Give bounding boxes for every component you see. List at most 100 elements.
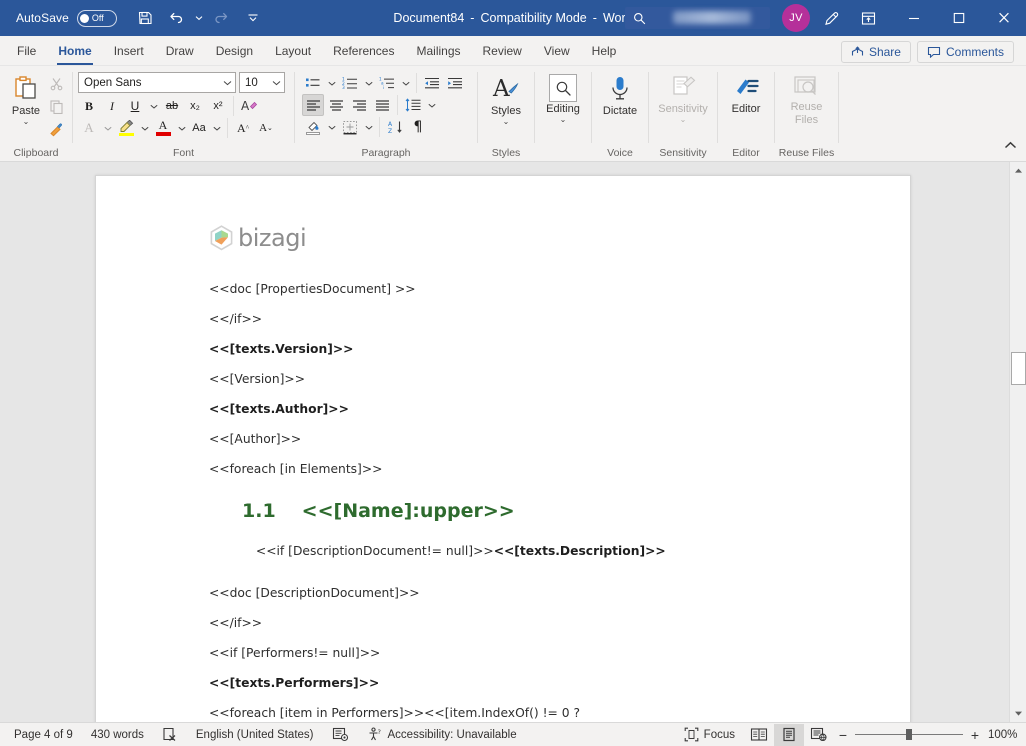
editing-button[interactable]: Editing ⌄ <box>540 71 586 124</box>
accessibility-status[interactable]: ? Accessibility: Unavailable <box>358 723 526 746</box>
font-color-chevron-down-icon[interactable] <box>175 117 188 139</box>
share-button[interactable]: Share <box>840 41 911 63</box>
tab-references[interactable]: References <box>322 37 405 65</box>
align-center-button[interactable] <box>325 94 347 116</box>
tab-help[interactable]: Help <box>581 37 628 65</box>
change-case-button[interactable]: Aa <box>189 117 209 139</box>
language-status[interactable]: English (United States) <box>187 723 323 746</box>
bullets-icon[interactable] <box>302 72 324 94</box>
styles-button[interactable]: A Styles ⌄ <box>483 71 529 126</box>
word-count-status[interactable]: 430 words <box>82 723 153 746</box>
close-button[interactable] <box>981 0 1026 36</box>
avatar[interactable]: JV <box>782 4 810 32</box>
scrollbar-thumb[interactable] <box>1011 352 1026 385</box>
autosave-toggle[interactable]: Off <box>76 9 117 27</box>
pen-annotation-icon[interactable] <box>816 3 846 33</box>
scroll-down-arrow-icon[interactable] <box>1010 705 1026 722</box>
italic-button[interactable]: I <box>101 95 123 117</box>
format-painter-icon[interactable] <box>45 118 67 140</box>
maximize-button[interactable] <box>936 0 981 36</box>
shading-icon[interactable] <box>302 116 324 138</box>
align-left-button[interactable] <box>302 94 324 116</box>
decrease-indent-icon[interactable] <box>421 72 443 94</box>
bullets-chevron-down-icon[interactable] <box>325 72 338 94</box>
paste-button[interactable]: Paste ⌄ <box>7 71 45 126</box>
text-effects-chevron-down-icon[interactable] <box>101 117 114 139</box>
display-settings-icon[interactable] <box>323 723 358 746</box>
font-size-input[interactable]: 10 <box>239 72 285 93</box>
scroll-up-arrow-icon[interactable] <box>1010 162 1026 179</box>
collapse-ribbon-button[interactable] <box>1004 137 1017 155</box>
zoom-control[interactable]: − + <box>834 727 988 743</box>
borders-chevron-down-icon[interactable] <box>362 116 375 138</box>
save-icon[interactable] <box>131 5 159 31</box>
vertical-scrollbar[interactable] <box>1009 162 1026 722</box>
increase-indent-icon[interactable] <box>444 72 466 94</box>
redo-icon[interactable] <box>208 5 236 31</box>
editor-button[interactable]: Editor <box>723 71 769 115</box>
customize-quick-access-icon[interactable] <box>239 5 267 31</box>
multilevel-list-icon[interactable]: 1ai <box>376 72 398 94</box>
sort-icon[interactable]: AZ <box>384 116 406 138</box>
underline-button[interactable]: U <box>124 95 146 117</box>
tab-layout[interactable]: Layout <box>264 37 322 65</box>
highlight-color-icon[interactable] <box>115 117 137 139</box>
line-spacing-chevron-down-icon[interactable] <box>425 94 438 116</box>
web-layout-view-button[interactable] <box>804 724 834 746</box>
numbering-icon[interactable]: 123 <box>339 72 361 94</box>
editing-chevron-down-icon[interactable]: ⌄ <box>560 116 567 124</box>
focus-mode-button[interactable]: Focus <box>675 723 744 746</box>
shading-chevron-down-icon[interactable] <box>325 116 338 138</box>
font-color-icon[interactable]: A <box>152 117 174 139</box>
tab-review[interactable]: Review <box>472 37 533 65</box>
read-mode-view-button[interactable] <box>744 724 774 746</box>
font-name-input[interactable]: Open Sans <box>78 72 236 93</box>
clear-formatting-icon[interactable]: A <box>238 95 260 117</box>
tab-insert[interactable]: Insert <box>103 37 155 65</box>
show-formatting-marks-button[interactable]: ¶ <box>407 116 429 138</box>
subscript-button[interactable]: x₂ <box>184 95 206 117</box>
zoom-slider-handle[interactable] <box>906 729 912 740</box>
numbering-chevron-down-icon[interactable] <box>362 72 375 94</box>
zoom-slider[interactable] <box>855 729 963 740</box>
dictate-button[interactable]: Dictate <box>597 71 643 117</box>
styles-chevron-down-icon[interactable]: ⌄ <box>503 118 510 126</box>
change-case-chevron-down-icon[interactable] <box>210 117 223 139</box>
zoom-in-button[interactable]: + <box>970 727 980 743</box>
tab-mailings[interactable]: Mailings <box>405 37 471 65</box>
document-canvas[interactable]: bizagi <<doc [PropertiesDocument] >> <</… <box>0 162 1009 722</box>
proofing-errors-icon[interactable] <box>153 723 187 746</box>
shrink-font-icon[interactable]: A ⌄ <box>255 117 277 139</box>
justify-button[interactable] <box>371 94 393 116</box>
ribbon-display-options-button[interactable] <box>846 0 891 36</box>
page-number-status[interactable]: Page 4 of 9 <box>0 723 82 746</box>
tab-view[interactable]: View <box>533 37 581 65</box>
zoom-out-button[interactable]: − <box>838 727 848 743</box>
zoom-level-label[interactable]: 100% <box>988 729 1026 741</box>
share-icon <box>851 46 864 56</box>
print-layout-view-button[interactable] <box>774 723 804 746</box>
tab-file[interactable]: File <box>6 37 47 65</box>
bold-button[interactable]: B <box>78 95 100 117</box>
underline-chevron-down-icon[interactable] <box>147 95 160 117</box>
paste-chevron-down-icon[interactable]: ⌄ <box>23 118 30 126</box>
align-right-button[interactable] <box>348 94 370 116</box>
tab-design[interactable]: Design <box>205 37 264 65</box>
superscript-button[interactable]: x² <box>207 95 229 117</box>
search-input[interactable] <box>625 7 770 29</box>
undo-dropdown-chevron-icon[interactable] <box>193 5 205 31</box>
tab-draw[interactable]: Draw <box>155 37 205 65</box>
highlight-chevron-down-icon[interactable] <box>138 117 151 139</box>
autosave-control[interactable]: AutoSave Off <box>16 9 117 27</box>
multilevel-chevron-down-icon[interactable] <box>399 72 412 94</box>
grow-font-icon[interactable]: A ^ <box>232 117 254 139</box>
minimize-button[interactable] <box>891 0 936 36</box>
share-label: Share <box>868 45 901 59</box>
strikethrough-button[interactable]: ab <box>161 95 183 117</box>
document-page[interactable]: bizagi <<doc [PropertiesDocument] >> <</… <box>95 175 911 722</box>
line-spacing-icon[interactable] <box>402 94 424 116</box>
tab-home[interactable]: Home <box>47 37 102 65</box>
borders-icon[interactable] <box>339 116 361 138</box>
undo-icon[interactable] <box>162 5 190 31</box>
comments-button[interactable]: Comments <box>916 41 1014 63</box>
